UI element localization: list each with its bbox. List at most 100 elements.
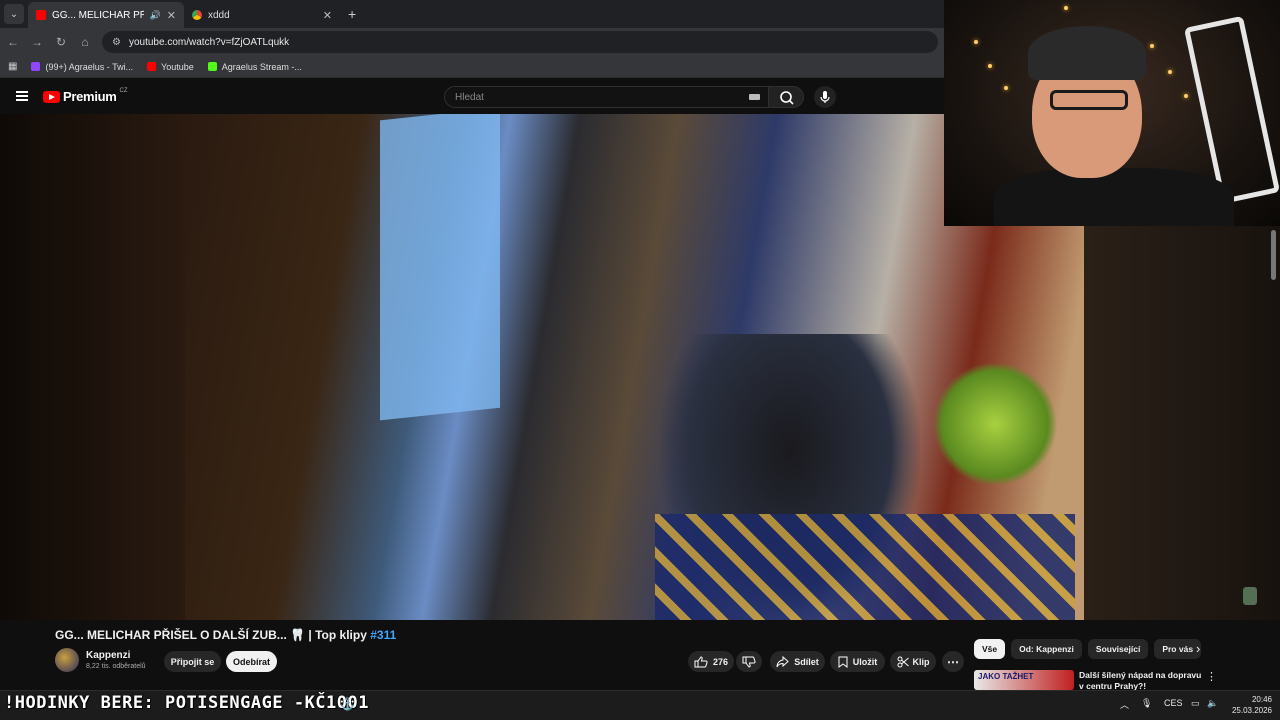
anchor-icon[interactable]: ⚓ [340, 697, 355, 711]
fairy-light [1168, 70, 1172, 74]
video-title: GG... MELICHAR PŘIŠEL O DALŠÍ ZUB... 🦷 |… [55, 628, 396, 642]
logo-text: Premium [63, 89, 117, 104]
bookmark-label: Youtube [161, 61, 194, 72]
back-icon[interactable]: ← [6, 35, 20, 49]
chip-for-you[interactable]: Pro vás [1154, 639, 1202, 659]
search-input[interactable]: Hledat [444, 86, 769, 108]
youtube-favicon-icon [36, 10, 46, 20]
search-icon [780, 91, 794, 105]
recommendation-title[interactable]: Další šílený nápad na dopravu v centru P… [1079, 670, 1204, 690]
tab-xddd[interactable]: xddd ✕ [184, 2, 340, 28]
clock-date: 25.03.2026 [1231, 706, 1272, 715]
save-button[interactable]: Uložit [830, 651, 885, 672]
share-label: Sdílet [794, 656, 819, 667]
search-bar: Hledat [444, 86, 804, 108]
video-screen-shape [380, 114, 500, 421]
tray-volume-icon[interactable]: 🔈 [1207, 698, 1218, 709]
search-button[interactable] [768, 86, 804, 108]
speaker-icon[interactable]: 🔊 [150, 10, 161, 21]
chips-next-chevron-icon[interactable]: › [1196, 641, 1200, 656]
subscribe-button[interactable]: Odebírat [226, 651, 277, 672]
overlay-emote-icon [1243, 587, 1257, 605]
fairy-light [1150, 44, 1154, 48]
bookmarks-bar: ▦ (99+) Agraelus - Twi... Youtube Agrael… [0, 56, 944, 78]
bookmark-icon [838, 656, 848, 668]
thumbs-up-icon [694, 655, 708, 667]
input-language[interactable]: CES [1164, 698, 1183, 708]
reload-icon[interactable]: ↻ [54, 35, 68, 49]
clip-label: Klip [912, 656, 930, 667]
bookmark-twitch[interactable]: (99+) Agraelus - Twi... [31, 62, 133, 72]
webcam-shirt [994, 168, 1234, 226]
fairy-light [1064, 6, 1068, 10]
page-scrollbar[interactable] [1271, 230, 1276, 280]
chip-related[interactable]: Související [1087, 639, 1149, 659]
menu-icon[interactable] [16, 91, 28, 101]
more-actions-button[interactable]: ⋯ [942, 651, 964, 672]
clock-time: 20:46 [1251, 695, 1272, 704]
share-button[interactable]: Sdílet [770, 651, 825, 672]
youtube-premium-logo[interactable]: Premium CZ [43, 87, 128, 104]
fairy-light [974, 40, 978, 44]
chip-all[interactable]: Vše [974, 639, 1006, 659]
clip-button[interactable]: Klip [890, 651, 936, 672]
tab-strip: ⌄ GG... MELICHAR PŘIŠEL O D 🔊 ✕ xddd ✕ + [0, 0, 944, 28]
channel-name[interactable]: Kappenzi [86, 650, 130, 661]
tray-network-icon[interactable]: ▭ [1191, 698, 1200, 709]
keyboard-icon[interactable] [749, 94, 760, 100]
stream-ticker: !HODINKY BERE: POTISENGAGE -KČ1001 [4, 693, 369, 713]
toolbar: ← → ↻ ⌂ ⚙ youtube.com/watch?v=fZjOATLquk… [0, 28, 944, 56]
share-icon [776, 655, 789, 667]
video-hashtag[interactable]: #311 [370, 628, 396, 642]
thumbs-down-icon [742, 656, 756, 668]
logo-country: CZ [119, 87, 128, 94]
forward-icon[interactable]: → [30, 35, 44, 49]
tray-mic-icon[interactable]: 🎙 [1141, 698, 1152, 709]
bookmark-label: Agraelus Stream -... [221, 61, 302, 72]
join-button[interactable]: Připojit se [164, 651, 221, 672]
voice-search-button[interactable] [814, 86, 836, 108]
filter-chips: Vše Od: Kappenzi Související Pro vás [974, 639, 1202, 659]
screen: ⌄ GG... MELICHAR PŘIŠEL O D 🔊 ✕ xddd ✕ +… [0, 0, 1280, 720]
tab-title: xddd [208, 9, 230, 21]
recommendation-thumbnail[interactable]: JAKO TAŽHET [974, 670, 1074, 690]
dislike-button[interactable] [736, 651, 762, 672]
chip-from-channel[interactable]: Od: Kappenzi [1011, 639, 1082, 659]
youtube-logo-icon [43, 90, 60, 103]
new-tab-button[interactable]: + [348, 6, 356, 22]
video-plant-shape [930, 364, 1060, 484]
address-bar[interactable]: ⚙ youtube.com/watch?v=fZjOATLqukk [102, 31, 938, 53]
tab-search-button[interactable]: ⌄ [4, 4, 24, 24]
twitch-icon [31, 62, 41, 71]
like-count: 276 [712, 656, 729, 667]
fairy-light [988, 64, 992, 68]
bookmark-label: (99+) Agraelus - Twi... [45, 61, 134, 72]
scissors-icon [897, 656, 909, 667]
home-icon[interactable]: ⌂ [78, 35, 92, 49]
microphone-icon [820, 91, 830, 103]
youtube-icon [147, 62, 157, 71]
save-label: Uložit [852, 656, 878, 667]
recommendation-more-icon[interactable]: ⋮ [1206, 670, 1217, 683]
tab-youtube[interactable]: GG... MELICHAR PŘIŠEL O D 🔊 ✕ [28, 2, 184, 28]
site-info-icon[interactable]: ⚙ [112, 37, 121, 48]
webcam-cap [1028, 26, 1146, 80]
video-title-text: GG... MELICHAR PŘIŠEL O DALŠÍ ZUB... 🦷 |… [55, 628, 367, 642]
webcam-glasses [1050, 90, 1128, 110]
chrome-favicon-icon [192, 10, 202, 20]
taskbar-clock[interactable]: 20:46 25.03.2026 [1226, 694, 1272, 716]
url-text: youtube.com/watch?v=fZjOATLqukk [128, 36, 290, 48]
tray-chevron-icon[interactable]: ︿ [1120, 698, 1129, 711]
video-blur-left [0, 114, 185, 620]
like-button[interactable]: 276 [688, 651, 734, 672]
tab-title: GG... MELICHAR PŘIŠEL O D [52, 9, 144, 21]
bookmark-kick[interactable]: Agraelus Stream -... [207, 61, 302, 72]
close-tab-icon[interactable]: ✕ [323, 9, 332, 22]
video-chair-shape [655, 514, 1075, 620]
channel-avatar[interactable] [55, 648, 79, 672]
bookmark-youtube[interactable]: Youtube [147, 62, 194, 72]
apps-grid-icon[interactable]: ▦ [8, 61, 17, 72]
webcam-overlay [944, 0, 1280, 226]
fairy-light [1184, 94, 1188, 98]
close-tab-icon[interactable]: ✕ [167, 9, 176, 22]
